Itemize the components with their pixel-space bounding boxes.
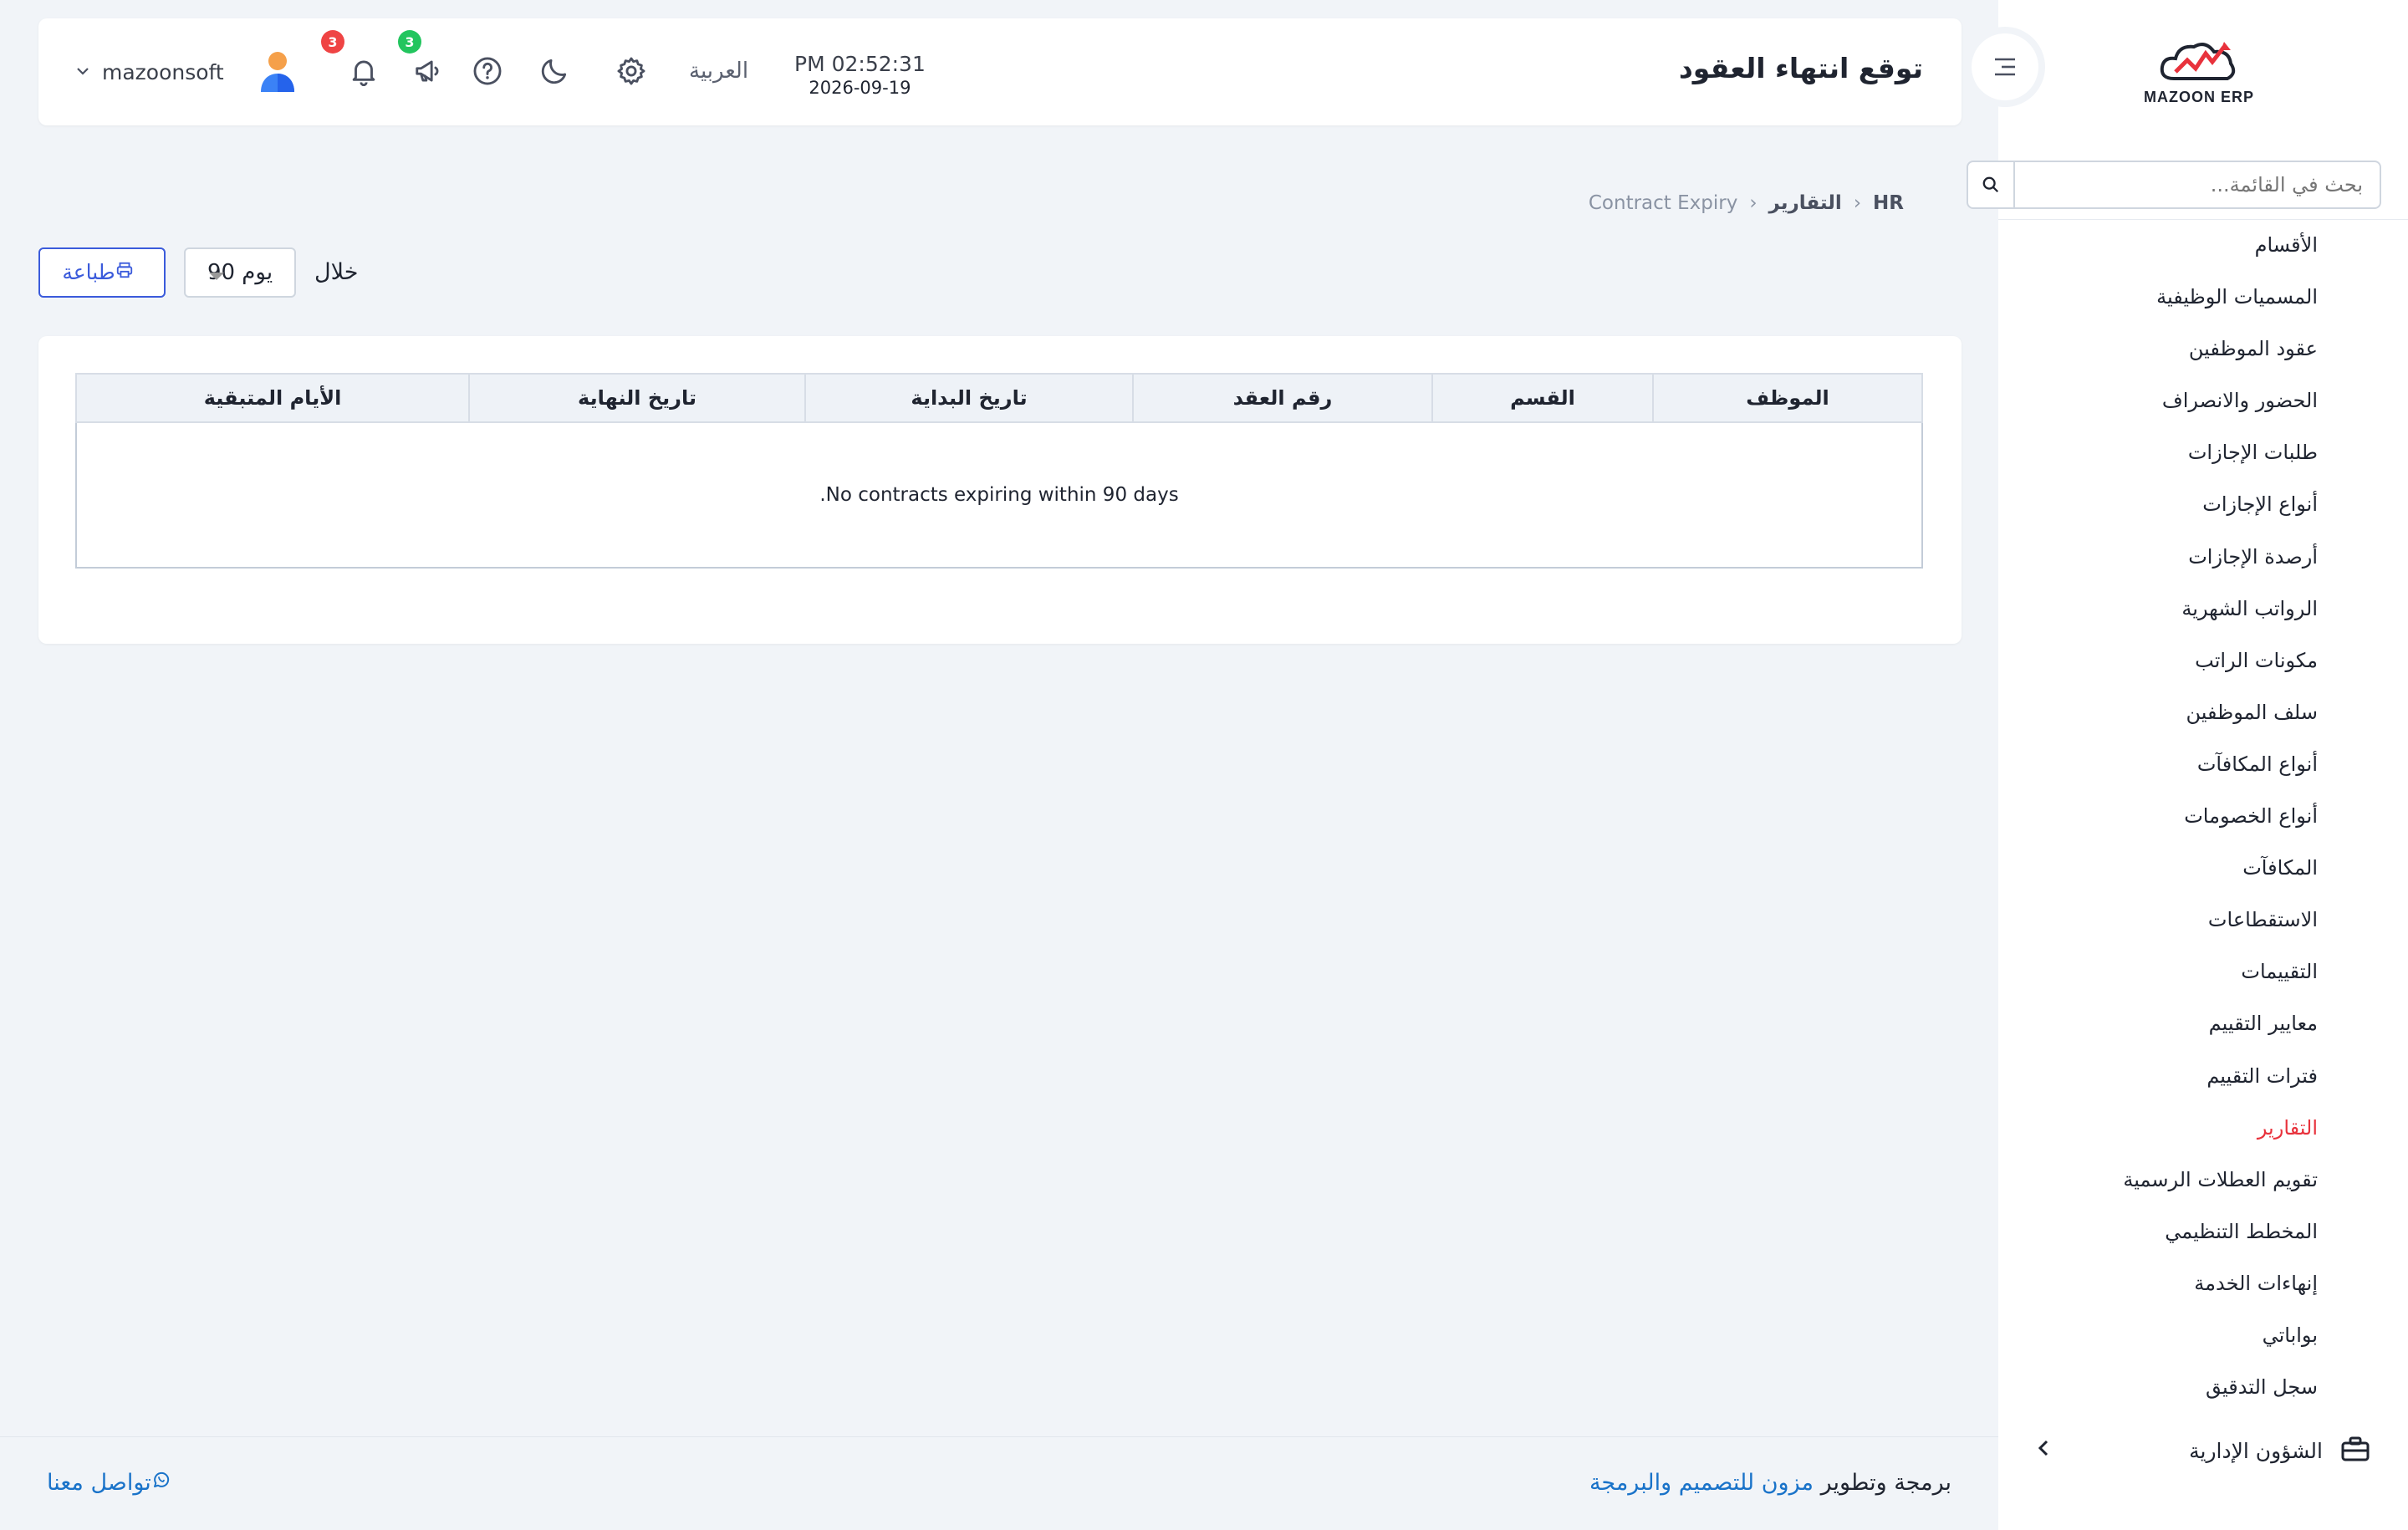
announcements-badge: 3 xyxy=(398,30,421,54)
sidebar-item-job-titles[interactable]: المسميات الوظيفية xyxy=(2123,279,2318,331)
help-icon[interactable] xyxy=(468,52,507,90)
sidebar-search-input[interactable] xyxy=(2015,162,2380,207)
caret-down-icon xyxy=(209,273,224,280)
breadcrumb-root[interactable]: HR xyxy=(1873,192,1904,214)
footer-credit-prefix: برمجة وتطوير xyxy=(1820,1470,1951,1496)
sidebar-item-departments[interactable]: الأقسام xyxy=(2123,227,2318,279)
print-button[interactable]: طباعة xyxy=(38,247,166,298)
sidebar-item-evaluation-periods[interactable]: فترات التقييم xyxy=(2123,1058,2318,1110)
breadcrumb-current: Contract Expiry xyxy=(1588,192,1738,214)
sidebar-item-deductions[interactable]: الاستقطاعات xyxy=(2123,902,2318,954)
contracts-table: الموظف القسم رقم العقد تاريخ البداية تار… xyxy=(75,373,1923,569)
briefcase-icon xyxy=(2341,1436,2370,1465)
column-start-date[interactable]: تاريخ البداية xyxy=(804,373,1134,423)
announcements-megaphone-icon[interactable] xyxy=(410,52,448,90)
sidebar-item-employee-advances[interactable]: سلف الموظفين xyxy=(2123,695,2318,747)
sidebar-item-reports[interactable]: التقارير xyxy=(2123,1110,2318,1162)
user-menu[interactable]: mazoonsoft xyxy=(75,48,298,95)
sidebar: MAZOON ERP الأقسام المسميات الوظيفية عقو… xyxy=(1967,0,2408,1530)
within-label: خلال xyxy=(314,259,359,285)
notifications-bell-icon[interactable] xyxy=(344,52,383,90)
chevron-down-icon xyxy=(75,64,90,80)
sidebar-item-deduction-types[interactable]: أنواع الخصومات xyxy=(2123,798,2318,850)
sidebar-section-admin-label: الشؤون الإدارية xyxy=(2189,1438,2323,1463)
username: mazoonsoft xyxy=(102,59,224,84)
notifications-badge: 3 xyxy=(321,30,344,54)
footer-credit: برمجة وتطوير مزون للتصميم والبرمجة xyxy=(1589,1470,1951,1496)
table-row: No contracts expiring within 90 days. xyxy=(75,421,1923,569)
empty-table-message: No contracts expiring within 90 days. xyxy=(75,421,1923,569)
sidebar-item-evaluation-criteria[interactable]: معايير التقييم xyxy=(2123,1006,2318,1058)
whatsapp-icon xyxy=(151,1470,171,1496)
column-end-date[interactable]: تاريخ النهاية xyxy=(468,373,806,423)
language-switcher[interactable]: العربية xyxy=(689,59,748,84)
sidebar-item-evaluations[interactable]: التقييمات xyxy=(2123,954,2318,1006)
sidebar-section-admin[interactable]: الشؤون الإدارية xyxy=(2035,1430,2370,1471)
print-button-label: طباعة xyxy=(62,261,115,284)
contact-us-label: تواصل معنا xyxy=(47,1470,151,1496)
column-contract-number[interactable]: رقم العقد xyxy=(1132,373,1433,423)
sidebar-item-monthly-salaries[interactable]: الرواتب الشهرية xyxy=(2123,591,2318,643)
breadcrumb-separator-icon: ‹ xyxy=(1853,192,1862,214)
sidebar-item-org-chart[interactable]: المخطط التنظيمي xyxy=(2123,1214,2318,1266)
user-avatar-icon xyxy=(258,48,298,95)
search-icon xyxy=(1968,162,2015,207)
sidebar-toggle-button[interactable] xyxy=(1972,33,2038,100)
sidebar-item-bonuses[interactable]: المكافآت xyxy=(2123,850,2318,902)
sidebar-item-leave-requests[interactable]: طلبات الإجازات xyxy=(2123,435,2318,487)
sidebar-item-my-portals[interactable]: بواباتي xyxy=(2123,1318,2318,1369)
footer-divider xyxy=(0,1436,1998,1437)
column-remaining-days[interactable]: الأيام المتبقية xyxy=(75,373,470,423)
footer-brand-link[interactable]: مزون للتصميم والبرمجة xyxy=(1589,1470,1814,1496)
contracts-table-card: الموظف القسم رقم العقد تاريخ البداية تار… xyxy=(38,336,1962,644)
sidebar-search[interactable] xyxy=(1967,161,2381,209)
days-select[interactable]: 90 يوم xyxy=(184,247,296,298)
sidebar-item-terminations[interactable]: إنهاءات الخدمة xyxy=(2123,1266,2318,1318)
logo-text: MAZOON ERP xyxy=(2143,89,2254,105)
sidebar-divider xyxy=(1998,219,2408,220)
breadcrumb-separator-icon: ‹ xyxy=(1749,192,1758,214)
sidebar-item-holiday-calendar[interactable]: تقويم العطلات الرسمية xyxy=(2123,1162,2318,1214)
logo-cloud-icon xyxy=(2160,42,2236,80)
sidebar-item-employee-contracts[interactable]: عقود الموظفين xyxy=(2123,331,2318,383)
breadcrumb-section[interactable]: التقارير xyxy=(1769,192,1842,214)
dark-mode-moon-icon[interactable] xyxy=(535,52,574,90)
table-header-row: الموظف القسم رقم العقد تاريخ البداية تار… xyxy=(75,373,1923,423)
sidebar-item-leave-balances[interactable]: أرصدة الإجازات xyxy=(2123,539,2318,591)
clock-date: 2026-09-19 xyxy=(809,78,911,98)
menu-lines-icon xyxy=(1995,58,2015,76)
breadcrumb: HR ‹ التقارير ‹ Contract Expiry xyxy=(1589,192,1904,214)
clock-time: PM 02:52:31 xyxy=(794,52,926,76)
sidebar-item-bonus-types[interactable]: أنواع المكافآت xyxy=(2123,747,2318,798)
printer-icon xyxy=(115,261,134,285)
sidebar-item-leave-types[interactable]: أنواع الإجازات xyxy=(2123,487,2318,538)
column-employee[interactable]: الموظف xyxy=(1652,373,1923,423)
top-header: توقع انتهاء العقود PM 02:52:31 2026-09-1… xyxy=(38,18,1962,125)
page-title: توقع انتهاء العقود xyxy=(1678,52,1923,84)
sidebar-item-attendance[interactable]: الحضور والانصراف xyxy=(2123,383,2318,435)
contact-us-link[interactable]: تواصل معنا xyxy=(47,1470,181,1496)
sidebar-menu: الأقسام المسميات الوظيفية عقود الموظفين … xyxy=(2123,227,2318,1421)
settings-gear-icon[interactable] xyxy=(612,52,650,90)
chevron-left-icon xyxy=(2035,1438,2052,1461)
sidebar-item-salary-components[interactable]: مكونات الراتب xyxy=(2123,643,2318,695)
column-department[interactable]: القسم xyxy=(1431,373,1654,423)
mazoon-logo[interactable]: MAZOON ERP xyxy=(2140,37,2258,112)
sidebar-item-audit-log[interactable]: سجل التدقيق xyxy=(2123,1369,2318,1421)
header-clock: PM 02:52:31 2026-09-19 xyxy=(794,52,926,98)
